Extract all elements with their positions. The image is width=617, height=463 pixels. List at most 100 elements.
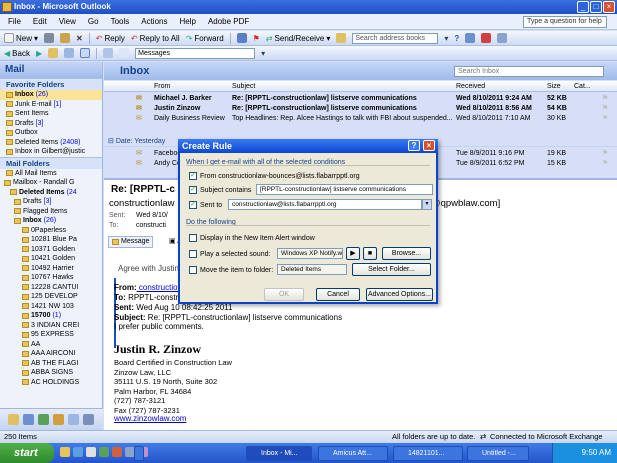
quicklaunch-icon-3[interactable] <box>86 447 96 457</box>
move-folder-icon[interactable] <box>60 33 71 43</box>
browse-button[interactable]: Browse... <box>382 247 431 260</box>
help-icon[interactable]: ? <box>454 34 459 43</box>
notes-nav-icon[interactable] <box>68 414 79 425</box>
flag-icon[interactable]: ⚑ <box>602 159 608 169</box>
col-category[interactable]: Cat... <box>574 81 591 92</box>
message-row[interactable]: ✉ Daily Business Review Top Headlines: Rep… <box>104 114 617 124</box>
display-alert-option[interactable]: Display in the New Item Alert window <box>189 234 315 242</box>
folder-tree-item[interactable]: 0Paperless <box>0 226 102 236</box>
favorite-folder[interactable]: Drafts [3] <box>0 119 102 129</box>
message-row[interactable]: ✉ Justin Zinzow Re: [RPPTL-constructionlaw… <box>104 104 617 114</box>
quicklaunch-icon-5[interactable] <box>112 447 122 457</box>
menu-file[interactable]: File <box>8 17 21 26</box>
print-icon[interactable] <box>44 33 55 43</box>
address-book-icon[interactable]: ▾ <box>444 34 448 43</box>
send-receive-button[interactable]: ⇄ Send/Receive ▾ <box>266 34 331 43</box>
folder-tree-item[interactable]: 12228 CANTUI <box>0 283 102 293</box>
folder-tree-item[interactable]: AAA AIRCONI <box>0 349 102 359</box>
undo-icon[interactable] <box>103 48 114 58</box>
tasks-nav-icon[interactable] <box>53 414 64 425</box>
menu-edit[interactable]: Edit <box>33 17 47 26</box>
folder-tree-item[interactable]: 10767 Hawks <box>0 273 102 283</box>
mail-nav-icon[interactable] <box>8 414 19 425</box>
folder-tree-item[interactable]: Inbox (26) <box>0 216 102 226</box>
flag-icon[interactable]: ⚑ <box>602 104 608 114</box>
taskbar-item-document[interactable]: 14821101... <box>393 446 463 461</box>
forward-button[interactable]: ↷ Forward <box>186 34 224 43</box>
folder-tree-item[interactable]: Flagged Items <box>0 207 102 217</box>
folder-tree-item[interactable]: 3 INDIAN CREI <box>0 321 102 331</box>
favorite-folder[interactable]: Inbox in Gilbert@justic <box>0 147 102 157</box>
folder-tree-item[interactable]: AA <box>0 340 102 350</box>
menu-actions[interactable]: Actions <box>141 17 167 26</box>
folder-tree-item[interactable]: Deleted Items (24 <box>0 188 102 198</box>
back-button[interactable]: ◀ Back <box>4 49 30 58</box>
favorite-folder[interactable]: Outbox <box>0 128 102 138</box>
taskbar-item-inbox[interactable]: Inbox - Mi... <box>246 446 312 461</box>
folder-tree-item[interactable]: 95 EXPRESS <box>0 330 102 340</box>
stop-button[interactable]: ■ <box>363 247 377 260</box>
sent-to-field[interactable]: constructionlaw@lists.flabarrpptl.org <box>228 199 422 210</box>
flag-icon[interactable]: ⚑ <box>602 94 608 104</box>
dialog-close-button[interactable]: × <box>423 140 435 151</box>
favorite-folders-header[interactable]: Favorite Folders <box>0 78 102 90</box>
col-size[interactable]: Size <box>547 81 561 92</box>
subject-field[interactable]: [RPPTL-constructionlaw] listserve commun… <box>256 184 433 195</box>
advanced-options-button[interactable]: Advanced Options... <box>366 288 433 301</box>
inbox-search-input[interactable]: Search Inbox <box>454 66 604 77</box>
dialog-help-button[interactable]: ? <box>408 140 420 151</box>
view-select[interactable]: Messages <box>135 47 256 59</box>
col-subject[interactable]: Subject <box>232 81 255 92</box>
message-tab[interactable]: Message <box>108 236 154 248</box>
menu-help[interactable]: Help <box>179 17 195 26</box>
play-sound-checkbox[interactable] <box>189 250 197 258</box>
folder-tree-item[interactable]: 10371 Golden <box>0 245 102 255</box>
quicklaunch-icon-2[interactable] <box>73 447 83 457</box>
from-condition[interactable]: ✓ From constructionlaw-bounces@lists.flab… <box>189 172 360 180</box>
taskbar-item-untitled[interactable]: Untitled -... <box>467 446 529 461</box>
folder-tree-item[interactable]: 10421 Golden <box>0 254 102 264</box>
all-mail-items[interactable]: All Mail Items <box>0 169 102 179</box>
favorite-folder[interactable]: Inbox (26) <box>0 90 102 100</box>
maximize-button[interactable]: □ <box>590 1 602 13</box>
folder-tree-item[interactable]: 10281 Blue Pa <box>0 235 102 245</box>
reply-button[interactable]: ↶ Reply <box>96 34 125 43</box>
adobe-icon[interactable] <box>481 33 492 43</box>
find-icon[interactable] <box>336 33 347 43</box>
minimize-button[interactable]: _ <box>577 1 589 13</box>
sent-to-condition[interactable]: ✓ Sent to <box>189 201 222 209</box>
reply-all-button[interactable]: ↶ Reply to All <box>131 34 180 43</box>
subject-checkbox[interactable]: ✓ <box>189 186 197 194</box>
folder-tree-item[interactable]: AB THE FLAGI <box>0 359 102 369</box>
folder-tree-item[interactable]: 1421 NW 103 <box>0 302 102 312</box>
favorite-folder[interactable]: Sent Items <box>0 109 102 119</box>
display-alert-checkbox[interactable] <box>189 234 197 242</box>
sound-field[interactable]: Windows XP Notify.w <box>277 248 343 259</box>
home-icon[interactable] <box>80 48 91 58</box>
menu-go[interactable]: Go <box>88 17 99 26</box>
connection-status[interactable]: Connected to Microsoft Exchange <box>490 431 603 443</box>
rules-icon[interactable] <box>465 33 476 43</box>
categorize-icon[interactable] <box>236 33 247 43</box>
view-icon[interactable] <box>119 48 130 58</box>
quicklaunch-icon-4[interactable] <box>99 447 109 457</box>
favorite-folder[interactable]: Deleted Items (2408) <box>0 138 102 148</box>
mail-folders-header[interactable]: Mail Folders <box>0 156 102 169</box>
contacts-nav-icon[interactable] <box>38 414 49 425</box>
menu-view[interactable]: View <box>59 17 76 26</box>
reading-from[interactable]: constructionlaw <box>109 198 174 209</box>
help-search-input[interactable]: Type a question for help <box>523 16 607 28</box>
start-button[interactable]: start <box>0 443 54 463</box>
address-book-search-input[interactable]: Search address books <box>352 32 439 44</box>
play-button[interactable]: ▶ <box>346 247 360 260</box>
folder-up-icon[interactable] <box>48 48 59 58</box>
message-row[interactable]: ✉ Michael J. Barker Re: [RPPTL-constructio… <box>104 94 617 104</box>
taskbar-item-amicus[interactable]: Amicus Att... <box>318 446 388 461</box>
favorite-folder[interactable]: Junk E-mail [1] <box>0 100 102 110</box>
folder-tree-item[interactable]: 15700 (1) <box>0 311 102 321</box>
ok-button[interactable]: OK <box>264 288 304 301</box>
folder-tree-item[interactable]: Mailbox - Randall G <box>0 178 102 188</box>
refresh-icon[interactable] <box>64 48 75 58</box>
select-folder-button[interactable]: Select Folder... <box>352 263 431 276</box>
move-folder-checkbox[interactable] <box>189 266 197 274</box>
